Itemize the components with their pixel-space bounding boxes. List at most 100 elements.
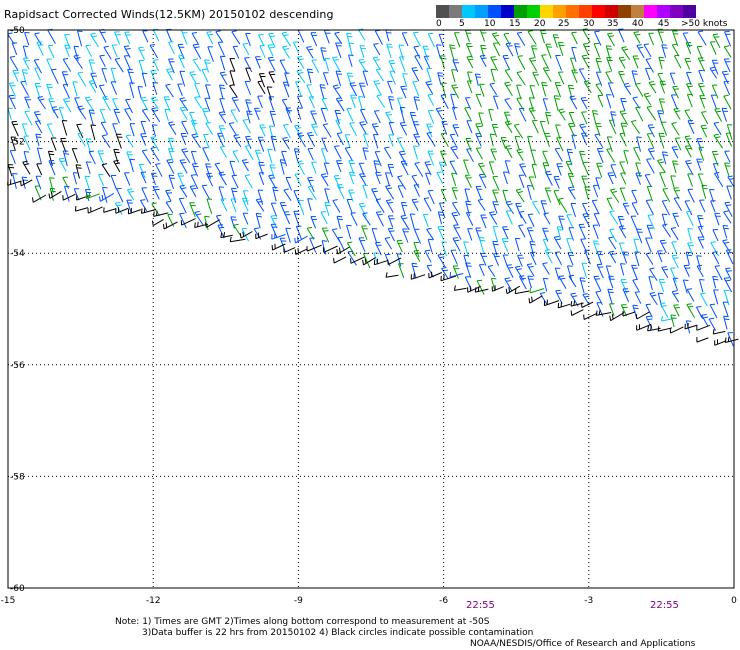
wind-barb — [138, 60, 144, 75]
wind-barb — [658, 57, 663, 70]
wind-barb-feather — [508, 287, 511, 293]
wind-barb-feather — [142, 99, 148, 102]
wind-barb — [242, 43, 250, 55]
legend-color-swatch — [618, 5, 631, 18]
wind-barb-feather — [569, 189, 575, 191]
wind-barb-feather — [35, 113, 41, 116]
legend-color-swatch — [475, 5, 488, 18]
wind-barb-feather — [585, 82, 591, 85]
wind-barb — [672, 30, 679, 46]
wind-barb — [229, 161, 236, 177]
wind-barb-feather — [428, 238, 434, 241]
wind-barb — [636, 311, 650, 320]
wind-barb-feather — [385, 272, 388, 278]
wind-barb — [582, 162, 590, 176]
wind-barb-feather — [528, 265, 534, 268]
wind-barb-feather — [568, 84, 574, 87]
wind-barb-feather — [36, 136, 42, 138]
wind-barb-feather — [648, 81, 655, 83]
wind-barb — [723, 46, 732, 58]
wind-barb-feather — [545, 111, 551, 114]
wind-barb-feather — [571, 98, 577, 100]
wind-barb-feather — [558, 108, 564, 111]
wind-barb-feather — [34, 58, 40, 61]
legend-color-swatch — [631, 5, 644, 18]
wind-barb-feather — [402, 217, 408, 220]
wind-barb — [321, 138, 328, 152]
wind-barb-feather — [127, 188, 133, 191]
wind-barb — [684, 110, 692, 122]
wind-barb-feather — [307, 132, 313, 134]
wind-barb-feather — [204, 215, 210, 218]
wind-barb — [479, 55, 487, 68]
wind-barb-feather — [401, 160, 407, 162]
latitude-tick-label: -56 — [10, 361, 25, 371]
wind-barb-feather — [543, 277, 549, 280]
wind-barb-feather — [77, 30, 83, 32]
wind-barb-feather — [37, 147, 43, 150]
wind-barb — [700, 111, 709, 125]
wind-barb — [531, 164, 537, 179]
wind-barb-feather — [425, 80, 431, 83]
legend-color-swatch — [462, 5, 475, 18]
wind-barb-feather — [373, 56, 379, 59]
wind-barb-feather — [594, 133, 600, 136]
wind-barb-feather — [671, 290, 678, 293]
wind-barb-feather — [632, 96, 638, 99]
wind-barb — [636, 323, 652, 331]
wind-barb-feather — [362, 147, 368, 149]
wind-barb-feather — [334, 87, 340, 90]
wind-barb — [630, 216, 638, 231]
wind-barb-feather — [506, 280, 512, 282]
wind-barb — [529, 85, 535, 99]
wind-barb — [607, 172, 614, 185]
wind-barb — [375, 199, 385, 213]
wind-barb — [242, 213, 249, 225]
latitude-tick-label: -58 — [10, 472, 25, 482]
wind-barb-feather — [505, 200, 511, 203]
wind-barb-feather — [646, 158, 652, 160]
wind-barb — [114, 59, 124, 73]
wind-barb-feather — [168, 41, 174, 43]
wind-barb-feather — [414, 99, 420, 101]
wind-barb — [684, 58, 691, 70]
wind-barb-feather — [63, 153, 70, 155]
wind-barb-feather — [269, 125, 275, 127]
wind-barb-feather — [579, 123, 585, 126]
wind-barb-feather — [606, 45, 612, 47]
wind-barb — [671, 123, 680, 136]
wind-barb-feather — [595, 278, 601, 280]
wind-barb — [232, 151, 240, 163]
wind-barb — [592, 185, 599, 198]
wind-barb-feather — [384, 146, 390, 149]
wind-barb — [245, 67, 251, 81]
wind-barb-feather — [181, 120, 187, 123]
wind-barb-feather — [233, 223, 239, 226]
wind-barb-feather — [20, 180, 22, 186]
wind-barb-feather — [24, 163, 30, 166]
wind-barb-feather — [337, 236, 343, 239]
wind-barb — [62, 84, 71, 99]
wind-barb — [478, 112, 484, 127]
wind-barb-feather — [311, 123, 317, 126]
wind-barb — [257, 95, 263, 109]
legend-color-swatch — [540, 5, 553, 18]
wind-barb-feather — [493, 243, 499, 246]
wind-barb-feather — [544, 69, 550, 72]
wind-barb — [33, 59, 43, 74]
wind-barb — [724, 151, 731, 163]
wind-barb-feather — [569, 95, 575, 98]
wind-barb — [696, 158, 702, 171]
wind-barb — [518, 108, 527, 122]
wind-barb — [544, 133, 550, 147]
wind-barb-feather — [74, 206, 77, 212]
wind-barb-feather — [104, 98, 110, 101]
wind-barb-feather — [361, 123, 367, 126]
wind-barb — [502, 254, 508, 267]
wind-barb — [255, 213, 261, 229]
wind-barb — [141, 150, 152, 165]
wind-barb — [539, 293, 548, 305]
wind-barb-feather — [153, 109, 159, 112]
wind-barb-feather — [635, 82, 641, 85]
wind-barb-feather — [621, 46, 627, 49]
